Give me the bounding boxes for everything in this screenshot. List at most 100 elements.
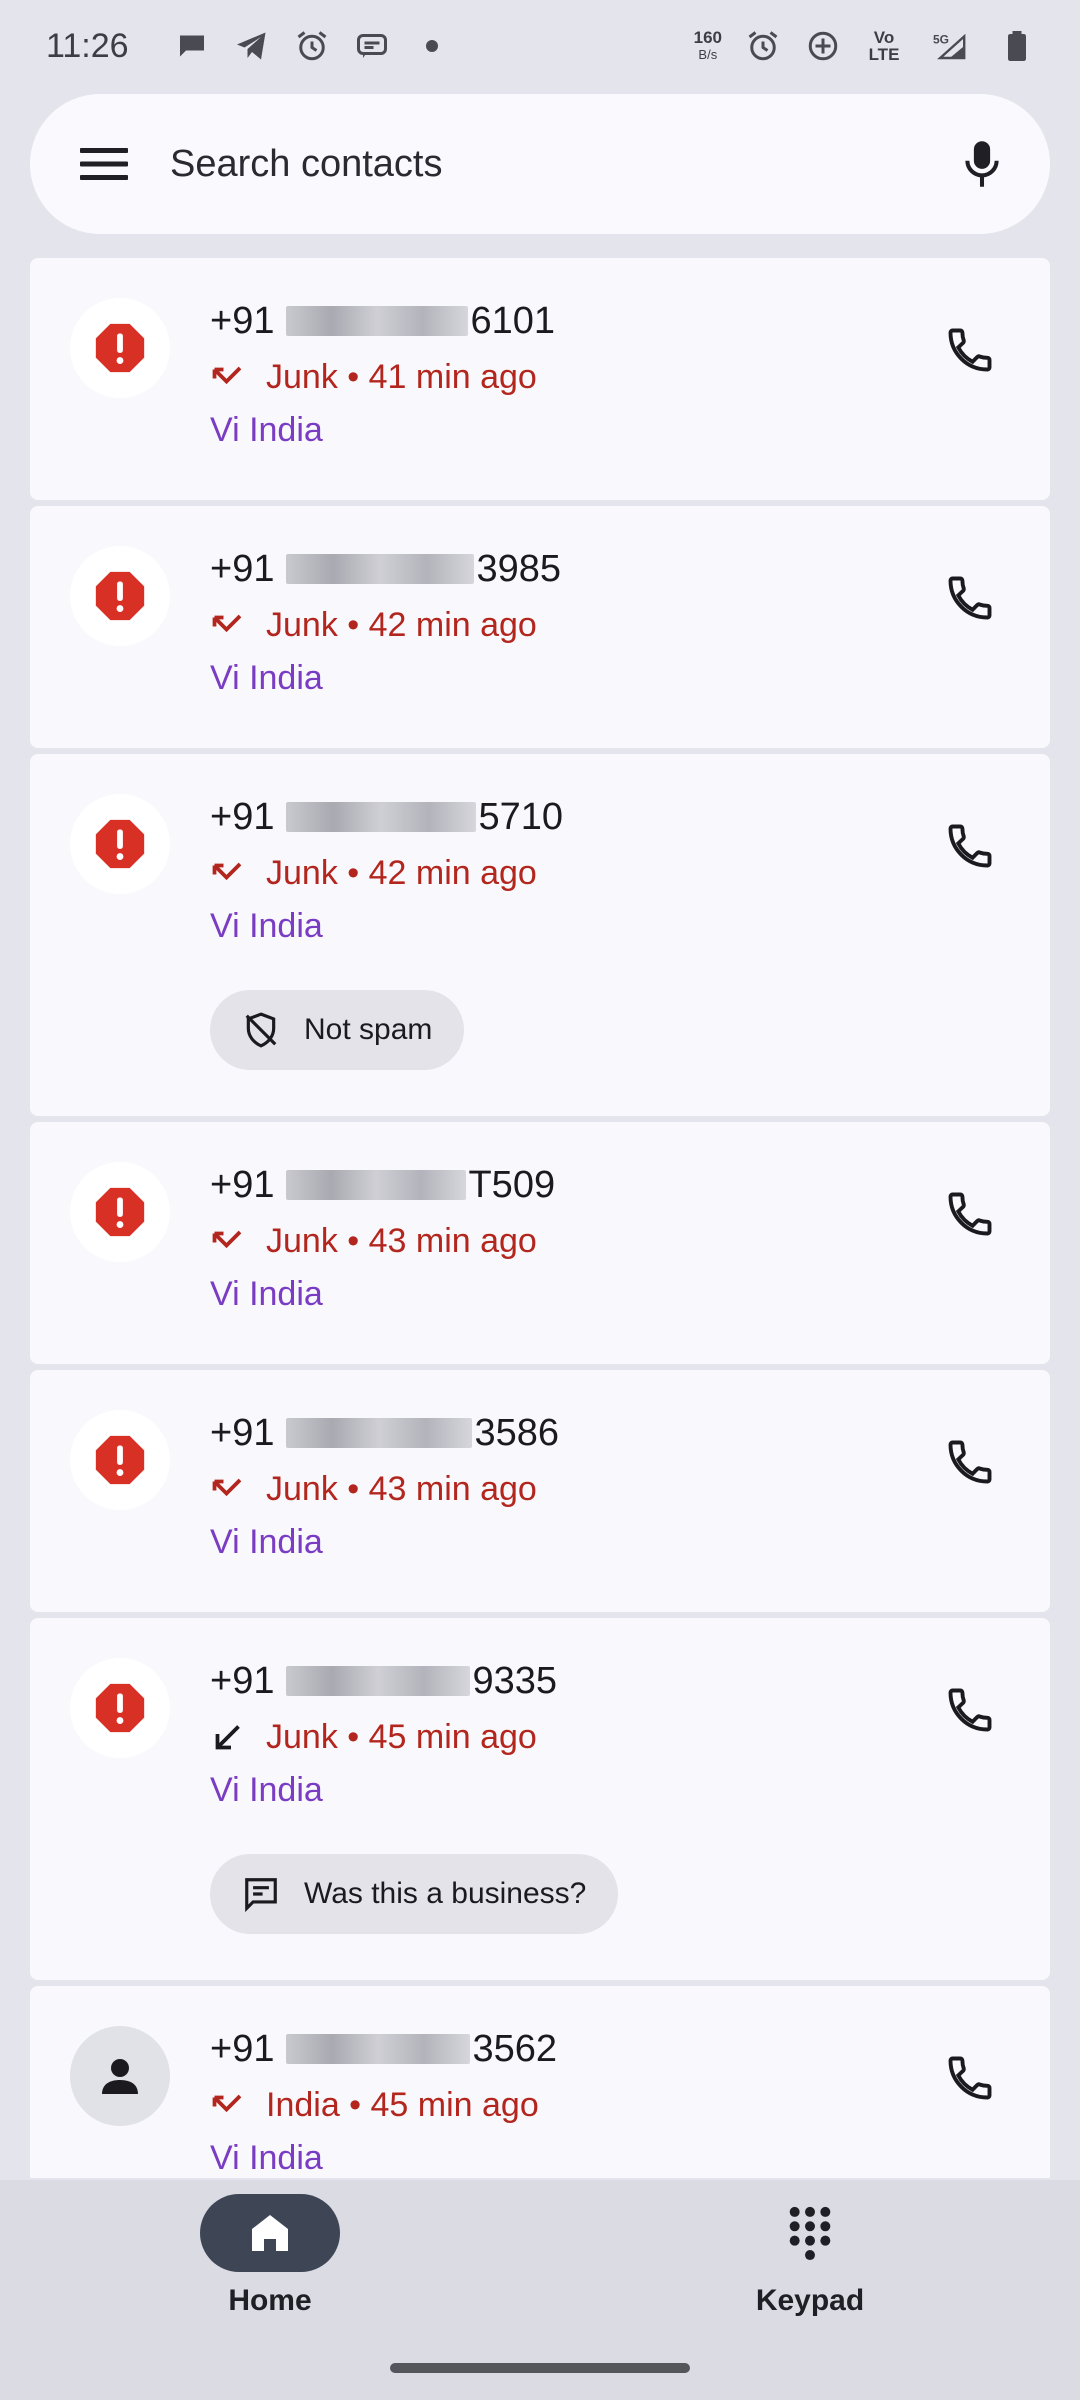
person-icon bbox=[102, 2059, 138, 2094]
was-business-button[interactable]: Was this a business? bbox=[210, 1854, 619, 1934]
call-button[interactable] bbox=[930, 806, 1010, 886]
phone-icon bbox=[948, 1688, 992, 1732]
call-log-item[interactable]: +91 3586 Junk • 43 min ago Vi India bbox=[30, 1370, 1050, 1612]
call-status: Junk • 45 min ago bbox=[210, 1710, 1050, 1764]
call-log-item[interactable]: +91 3562 India • 45 min ago Vi India bbox=[30, 1986, 1050, 2178]
status-right: 160 B/s Vo LTE 5G bbox=[694, 27, 1036, 65]
phone-icon bbox=[948, 824, 992, 868]
phone-number: +91 5710 bbox=[210, 792, 1050, 842]
call-log-item[interactable]: +91 3985 Junk • 42 min ago Vi India bbox=[30, 506, 1050, 748]
menu-icon[interactable] bbox=[76, 136, 132, 192]
phone-number: +91 6101 bbox=[210, 296, 1050, 346]
battery-icon bbox=[998, 27, 1036, 65]
call-log-item[interactable]: +91 T509 Junk • 43 min ago Vi India bbox=[30, 1122, 1050, 1364]
phone-number: +91 3586 bbox=[210, 1408, 1050, 1458]
call-details: +91 9335 Junk • 45 min ago Vi India Was … bbox=[210, 1656, 1050, 1934]
clock: 11:26 bbox=[46, 26, 129, 65]
status-text: Junk • 43 min ago bbox=[266, 1469, 537, 1508]
call-status: Junk • 42 min ago bbox=[210, 598, 1050, 652]
search-input[interactable] bbox=[170, 142, 954, 186]
nav-keypad-indicator[interactable] bbox=[740, 2194, 880, 2272]
spam-avatar[interactable] bbox=[70, 546, 170, 646]
spam-warning-icon bbox=[95, 819, 145, 869]
spam-warning-icon bbox=[95, 323, 145, 373]
contact-avatar[interactable] bbox=[70, 2026, 170, 2126]
phone-icon bbox=[948, 576, 992, 620]
home-icon bbox=[252, 2215, 288, 2251]
gesture-home-indicator[interactable] bbox=[390, 2363, 690, 2373]
redacted-digits bbox=[286, 554, 475, 584]
network-speed: 160 B/s bbox=[694, 29, 722, 63]
missed-call-icon bbox=[210, 2085, 250, 2125]
svg-text:5G: 5G bbox=[933, 33, 949, 47]
phone-number: +91 3985 bbox=[210, 544, 1050, 594]
call-button[interactable] bbox=[930, 558, 1010, 638]
call-log-item[interactable]: +91 9335 Junk • 45 min ago Vi India Was … bbox=[30, 1618, 1050, 1980]
missed-call-icon bbox=[210, 357, 250, 397]
not-spam-button[interactable]: Not spam bbox=[210, 990, 465, 1070]
call-details: +91 3586 Junk • 43 min ago Vi India bbox=[210, 1408, 1050, 1568]
call-button[interactable] bbox=[930, 2038, 1010, 2118]
phone-icon bbox=[948, 2056, 992, 2100]
carrier-label: Vi India bbox=[210, 410, 323, 449]
number-prefix: +91 bbox=[210, 1411, 275, 1454]
feedback-icon bbox=[242, 1874, 282, 1914]
nav-home-label: Home bbox=[228, 2284, 312, 2317]
number-suffix: 3562 bbox=[472, 2027, 558, 2070]
spam-avatar[interactable] bbox=[70, 1658, 170, 1758]
call-details: +91 6101 Junk • 41 min ago Vi India bbox=[210, 296, 1050, 456]
spam-warning-icon bbox=[95, 1187, 145, 1237]
redacted-digits bbox=[286, 1666, 471, 1696]
number-suffix: 5710 bbox=[478, 795, 564, 838]
status-text: India • 45 min ago bbox=[266, 2085, 539, 2124]
call-history-list[interactable]: +91 6101 Junk • 41 min ago Vi India +91 bbox=[30, 258, 1050, 2178]
call-status: Junk • 43 min ago bbox=[210, 1462, 1050, 1516]
call-log-item[interactable]: +91 6101 Junk • 41 min ago Vi India bbox=[30, 258, 1050, 500]
carrier-label: Vi India bbox=[210, 1770, 323, 1809]
nav-home-indicator[interactable] bbox=[200, 2194, 340, 2272]
data-saver-icon bbox=[804, 27, 842, 65]
number-suffix: 9335 bbox=[472, 1659, 558, 1702]
number-prefix: +91 bbox=[210, 1163, 275, 1206]
spam-avatar[interactable] bbox=[70, 298, 170, 398]
status-bar: 11:26 160 B/s Vo LTE 5G bbox=[0, 0, 1080, 92]
chip-label: Was this a business? bbox=[304, 1877, 587, 1910]
call-details: +91 3985 Junk • 42 min ago Vi India bbox=[210, 544, 1050, 704]
spam-warning-icon bbox=[95, 1683, 145, 1733]
call-log-item[interactable]: +91 5710 Junk • 42 min ago Vi India Not … bbox=[30, 754, 1050, 1116]
call-status: Junk • 42 min ago bbox=[210, 846, 1050, 900]
search-bar[interactable] bbox=[30, 94, 1050, 234]
call-button[interactable] bbox=[930, 1422, 1010, 1502]
chat-icon bbox=[353, 27, 391, 65]
missed-call-icon bbox=[210, 1221, 250, 1261]
call-button[interactable] bbox=[930, 310, 1010, 390]
call-details: +91 3562 India • 45 min ago Vi India bbox=[210, 2024, 1050, 2178]
spam-avatar[interactable] bbox=[70, 794, 170, 894]
signal-5g-icon: 5G bbox=[926, 27, 976, 65]
call-status: Junk • 43 min ago bbox=[210, 1214, 1050, 1268]
redacted-digits bbox=[286, 306, 469, 336]
call-details: +91 T509 Junk • 43 min ago Vi India bbox=[210, 1160, 1050, 1320]
spam-avatar[interactable] bbox=[70, 1162, 170, 1262]
redacted-digits bbox=[286, 802, 477, 832]
messages-icon bbox=[173, 27, 211, 65]
phone-number: +91 3562 bbox=[210, 2024, 1050, 2074]
call-button[interactable] bbox=[930, 1174, 1010, 1254]
telegram-icon bbox=[233, 27, 271, 65]
carrier-label: Vi India bbox=[210, 906, 323, 945]
status-text: Junk • 42 min ago bbox=[266, 605, 537, 644]
redacted-digits bbox=[286, 2034, 471, 2064]
missed-call-icon bbox=[210, 605, 250, 645]
call-status: India • 45 min ago bbox=[210, 2078, 1050, 2132]
phone-number: +91 T509 bbox=[210, 1160, 1050, 1210]
chip-label: Not spam bbox=[304, 1013, 433, 1046]
speed-value: 160 bbox=[693, 28, 722, 47]
spam-avatar[interactable] bbox=[70, 1410, 170, 1510]
speed-unit: B/s bbox=[698, 47, 718, 62]
call-details: +91 5710 Junk • 42 min ago Vi India Not … bbox=[210, 792, 1050, 1070]
call-button[interactable] bbox=[930, 1670, 1010, 1750]
number-prefix: +91 bbox=[210, 795, 275, 838]
microphone-icon[interactable] bbox=[954, 136, 1010, 192]
dot-icon bbox=[413, 27, 451, 65]
call-status: Junk • 41 min ago bbox=[210, 350, 1050, 404]
